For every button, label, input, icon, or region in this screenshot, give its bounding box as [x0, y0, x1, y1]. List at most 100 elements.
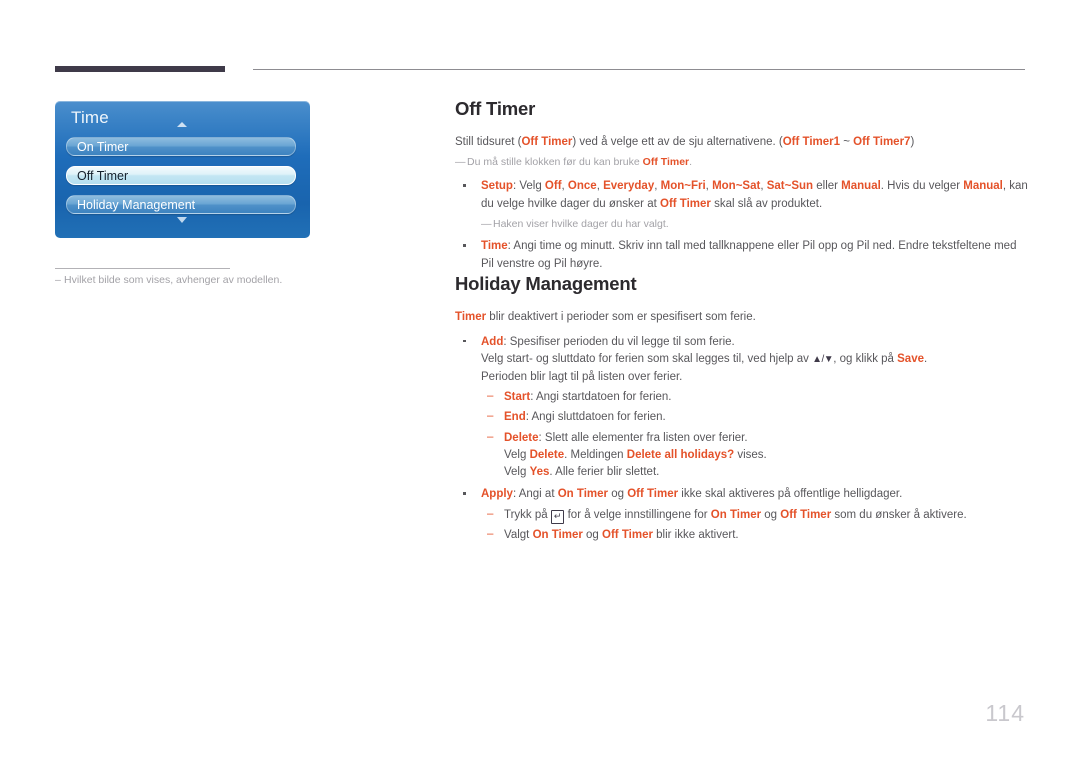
holiday-lead-paragraph: Timer blir deaktivert i perioder som er … [455, 309, 1030, 326]
osd-item-on-timer[interactable]: On Timer [66, 137, 296, 156]
term-end: End [504, 411, 526, 424]
delete-line-2: Velg Delete. Meldingen Delete all holida… [504, 447, 1030, 464]
sub-selected-not-active: – Valgt On Timer og Off Timer blir ikke … [481, 527, 1030, 544]
note-term-off-timer: Off Timer [642, 155, 690, 168]
add-line2-c: . [923, 353, 928, 366]
bullet-marker-icon [463, 244, 466, 247]
add-text: : Spesifiser perioden du vil legge til s… [503, 335, 735, 348]
term-time: Time [481, 240, 508, 253]
end-text: : Angi sluttdatoen for ferien. [525, 411, 666, 424]
bullet-time: Time: Angi time og minutt. Skriv inn tal… [455, 238, 1030, 273]
off-timer-bullet-list: Setup: Velg Off, Once, Everyday, Mon~Fri… [455, 178, 1030, 273]
sub-start: – Start: Angi startdatoen for ferien. [481, 389, 1030, 406]
sub-dash-icon: – [487, 430, 494, 443]
osd-menu-panel: Time On Timer Off Timer Holiday Manageme… [55, 101, 310, 238]
up-down-arrows-icon: ▲/▼ [812, 354, 834, 366]
term-off-timer-7: Off Timer7 [853, 136, 911, 148]
setup-text-10: skal slå av produktet. [710, 197, 823, 210]
add-line-3: Perioden blir lagt til på listen over fe… [481, 370, 683, 383]
term-off-timer-setup: Off Timer [660, 197, 711, 210]
off-timer-lead-paragraph: Still tidsuret (Off Timer) ved å velge e… [455, 134, 1030, 151]
caret-down-icon[interactable] [177, 217, 187, 223]
delete-text: : Slett alle elementer fra listen over f… [538, 431, 748, 444]
lead-text-3: ~ [840, 136, 854, 148]
term-mon-sat: Mon~Sat [712, 180, 761, 193]
section-heading-off-timer: Off Timer [455, 98, 536, 119]
term-on-timer-selected: On Timer [532, 529, 583, 542]
figure-note-rule [55, 268, 230, 269]
add-line2-a: Velg start- og sluttdato for ferien som … [481, 353, 813, 366]
term-save: Save [897, 353, 924, 366]
delete-line2-c: vises. [734, 448, 767, 461]
holiday-bullet-list: Add: Spesifiser perioden du vil legge ti… [455, 334, 1030, 545]
header-accent-bar [55, 66, 225, 72]
term-off-timer: Off Timer [521, 136, 573, 148]
term-setup: Setup [481, 180, 513, 193]
osd-item-holiday-management[interactable]: Holiday Management [66, 195, 296, 214]
term-off-timer-1: Off Timer1 [782, 136, 841, 148]
term-yes: Yes [529, 466, 550, 479]
term-timer: Timer [455, 311, 487, 324]
term-delete: Delete [504, 431, 539, 444]
lead-text-4: ) [910, 136, 915, 148]
osd-menu-title: Time [71, 108, 109, 127]
bullet-apply: Apply: Angi at On Timer og Off Timer ikk… [455, 486, 1030, 544]
header-rule-line [253, 69, 1025, 70]
delete-line2-b: . Meldingen [564, 448, 627, 461]
selected-a: Valgt [504, 529, 533, 542]
term-apply: Apply [481, 488, 513, 501]
add-sub-list: – Start: Angi startdatoen for ferien. – … [481, 389, 1030, 481]
sub-dash-icon: – [487, 390, 494, 403]
press-enter-d: som du ønsker å aktivere. [831, 508, 967, 521]
setup-note-marker: — [481, 218, 492, 231]
term-on-timer-apply: On Timer [557, 488, 608, 501]
sub-dash-icon: – [487, 528, 494, 541]
bullet-marker-icon [463, 492, 466, 495]
lead-text-1: Still tidsuret ( [455, 136, 522, 148]
caret-up-icon[interactable] [177, 122, 187, 127]
term-on-timer-enter: On Timer [710, 508, 762, 521]
term-sat-sun: Sat~Sun [766, 180, 814, 193]
term-off-timer-enter: Off Timer [780, 508, 832, 521]
figure-note: – Hvilket bilde som vises, avhenger av mo… [55, 274, 282, 286]
term-off: Off [544, 180, 562, 193]
setup-sub-note: — Haken viser hvilke dager du har valgt. [481, 217, 1030, 233]
term-off-timer-apply: Off Timer [627, 488, 679, 501]
osd-item-off-timer[interactable]: Off Timer [66, 166, 296, 185]
press-enter-c: og [761, 508, 781, 521]
note-text-2: . [689, 155, 693, 168]
setup-text-7: eller [813, 180, 842, 193]
term-delete-2: Delete [529, 448, 565, 461]
bullet-add: Add: Spesifiser perioden du vil legge ti… [455, 334, 1030, 482]
term-manual: Manual [841, 180, 881, 193]
start-text: : Angi startdatoen for ferien. [530, 391, 672, 404]
apply-text-2: og [608, 488, 628, 501]
apply-text-3: ikke skal aktiveres på offentlige hellig… [678, 488, 903, 501]
term-start: Start [504, 391, 531, 404]
term-once: Once [567, 180, 597, 193]
delete-line3-a: Velg [504, 466, 530, 479]
sub-end: – End: Angi sluttdatoen for ferien. [481, 409, 1030, 426]
sub-dash-icon: – [487, 410, 494, 423]
add-line-2: Velg start- og sluttdato for ferien som … [481, 351, 1030, 368]
bullet-marker-icon [463, 339, 466, 343]
enter-key-icon: ↵ [550, 509, 565, 524]
term-manual-2: Manual [963, 180, 1003, 193]
apply-sub-list: – Trykk på ↵ for å velge innstillingene … [481, 507, 1030, 545]
bullet-marker-icon [463, 184, 466, 187]
press-enter-b: for å velge innstillingene for [564, 508, 711, 521]
apply-text-1: : Angi at [512, 488, 558, 501]
term-delete-all-holidays: Delete all holidays? [626, 448, 735, 461]
term-mon-fri: Mon~Fri [660, 180, 706, 193]
lead-text-2: ) ved å velge ett av de sju alternativen… [572, 136, 783, 148]
selected-c: blir ikke aktivert. [652, 529, 739, 542]
bullet-setup: Setup: Velg Off, Once, Everyday, Mon~Fri… [455, 178, 1030, 233]
note-marker: — [455, 155, 466, 168]
setup-text-1: : Velg [512, 180, 545, 193]
delete-line2-a: Velg [504, 448, 530, 461]
delete-line-3: Velg Yes. Alle ferier blir slettet. [504, 464, 1030, 481]
figure-note-text: Hvilket bilde som vises, avhenger av mod… [64, 274, 283, 286]
add-line2-b: , og klikk på [833, 353, 898, 366]
setup-text-8: . Hvis du velger [880, 180, 964, 193]
selected-b: og [582, 529, 603, 542]
